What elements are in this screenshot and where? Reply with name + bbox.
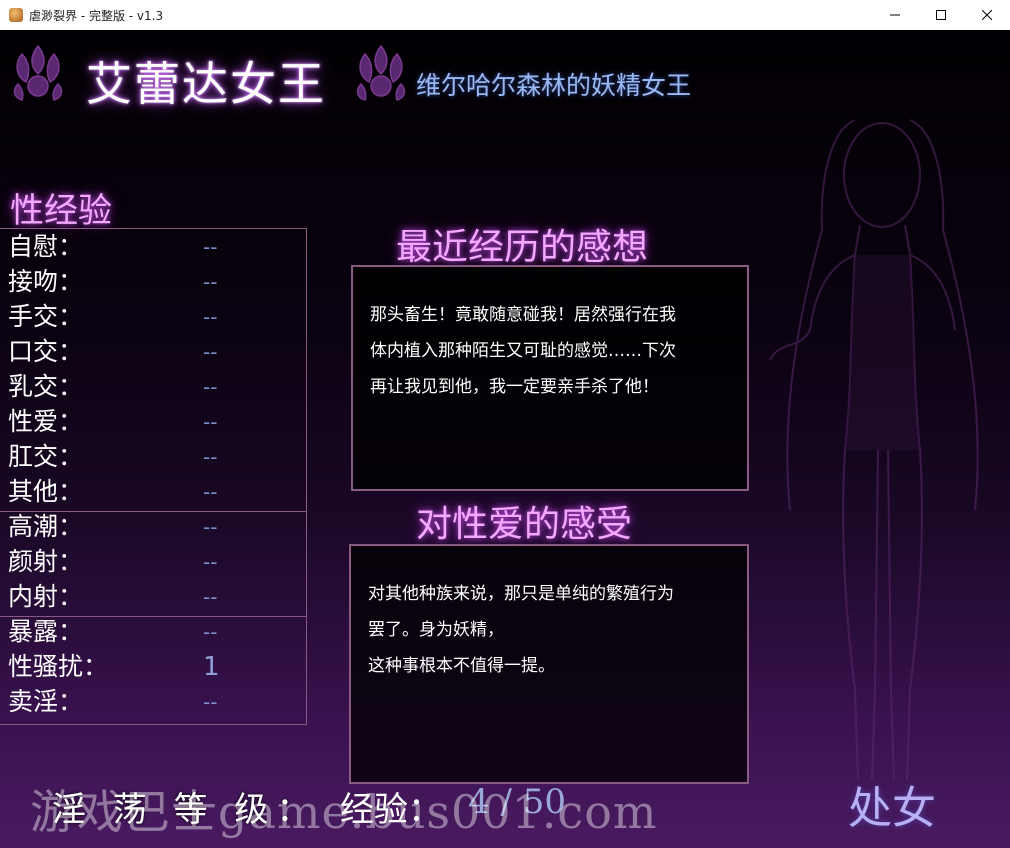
stat-row: 接吻： -- (8, 265, 298, 299)
stat-label: 自慰： (8, 232, 84, 261)
stat-value: -- (203, 445, 218, 469)
stat-value: -- (203, 270, 218, 294)
maximize-icon (936, 10, 946, 20)
stat-row: 其他： -- (8, 475, 298, 509)
minimize-button[interactable] (872, 0, 918, 30)
thoughts-line: 再让我见到他，我一定要亲手杀了他！ (370, 377, 659, 397)
stat-value: -- (203, 550, 218, 574)
character-title: 维尔哈尔森林的妖精女王 (416, 71, 692, 100)
stat-row: 高潮： -- (8, 510, 298, 544)
stat-label: 性骚扰： (8, 652, 109, 681)
stat-label: 高潮： (8, 512, 84, 541)
thoughts-line: 体内植入那种陌生又可耻的感觉……下次 (370, 341, 676, 361)
window-title: 虐渺裂界 - 完整版 - v1.3 (29, 8, 164, 23)
watermark: 游戏巴士game.bus001.com (30, 785, 658, 839)
minimize-icon (890, 14, 900, 16)
feelings-box: 对其他种族来说，那只是单纯的繁殖行为 罢了。身为妖精， 这种事根本不值得一提。 (349, 544, 749, 784)
experience-heading: 性经验 (10, 191, 112, 231)
stat-row: 肛交： -- (8, 440, 298, 474)
stat-label: 性爱： (8, 407, 84, 436)
stat-label: 卖淫： (8, 687, 84, 716)
stat-row: 内射： -- (8, 580, 298, 614)
stat-value: 1 (203, 652, 220, 682)
stat-value: -- (203, 690, 218, 714)
experience-panel: 自慰： -- 接吻： -- 手交： -- 口交： -- 乳交： -- 性爱： -- 肛交： -- 其他： --… (0, 228, 307, 725)
thoughts-box: 那头畜生！竟敢随意碰我！居然强行在我 体内植入那种陌生又可耻的感觉……下次 再让… (351, 265, 749, 491)
stat-row: 自慰： -- (8, 230, 298, 264)
stat-row: 口交： -- (8, 335, 298, 369)
feelings-line: 罢了。身为妖精， (368, 620, 504, 640)
character-silhouette (769, 119, 979, 781)
app-icon (9, 8, 23, 22)
feelings-line: 这种事根本不值得一提。 (368, 656, 555, 676)
stat-label: 接吻： (8, 267, 84, 296)
stat-label: 肛交： (8, 442, 84, 471)
maximize-button[interactable] (918, 0, 964, 30)
window-controls (872, 0, 1010, 30)
stat-row: 手交： -- (8, 300, 298, 334)
stat-row: 性骚扰： 1 (8, 650, 298, 684)
stat-value: -- (203, 585, 218, 609)
stat-label: 手交： (8, 302, 84, 331)
stat-row: 颜射： -- (8, 545, 298, 579)
stat-label: 暴露： (8, 617, 84, 646)
status-label: 处女 (848, 783, 936, 834)
stat-label: 颜射： (8, 547, 84, 576)
stat-value: -- (203, 375, 218, 399)
stat-label: 口交： (8, 337, 84, 366)
stat-row: 暴露： -- (8, 615, 298, 649)
ornament-icon (356, 44, 406, 101)
stat-value: -- (203, 410, 218, 434)
stat-value: -- (203, 340, 218, 364)
feelings-heading: 对性爱的感受 (416, 504, 633, 545)
game-screen: 艾蕾达女王 维尔哈尔森林的妖精女王 性经验 自慰： -- 接吻： -- 手交： -- 口交：… (0, 30, 1010, 848)
stat-value: -- (203, 235, 218, 259)
close-icon (982, 10, 992, 20)
thoughts-line: 那头畜生！竟敢随意碰我！居然强行在我 (370, 305, 676, 325)
stat-row: 卖淫： -- (8, 685, 298, 719)
stat-label: 内射： (8, 582, 84, 611)
stat-value: -- (203, 620, 218, 644)
stat-value: -- (203, 480, 218, 504)
feelings-line: 对其他种族来说，那只是单纯的繁殖行为 (368, 584, 674, 604)
close-button[interactable] (964, 0, 1010, 30)
ornament-icon (13, 44, 63, 101)
stat-row: 性爱： -- (8, 405, 298, 439)
stat-label: 乳交： (8, 372, 84, 401)
thoughts-heading: 最近经历的感想 (396, 227, 649, 268)
stat-label: 其他： (8, 477, 84, 506)
window-titlebar: 虐渺裂界 - 完整版 - v1.3 (0, 0, 1010, 31)
stat-value: -- (203, 305, 218, 329)
stat-row: 乳交： -- (8, 370, 298, 404)
stat-value: -- (203, 515, 218, 539)
character-name: 艾蕾达女王 (86, 57, 326, 111)
